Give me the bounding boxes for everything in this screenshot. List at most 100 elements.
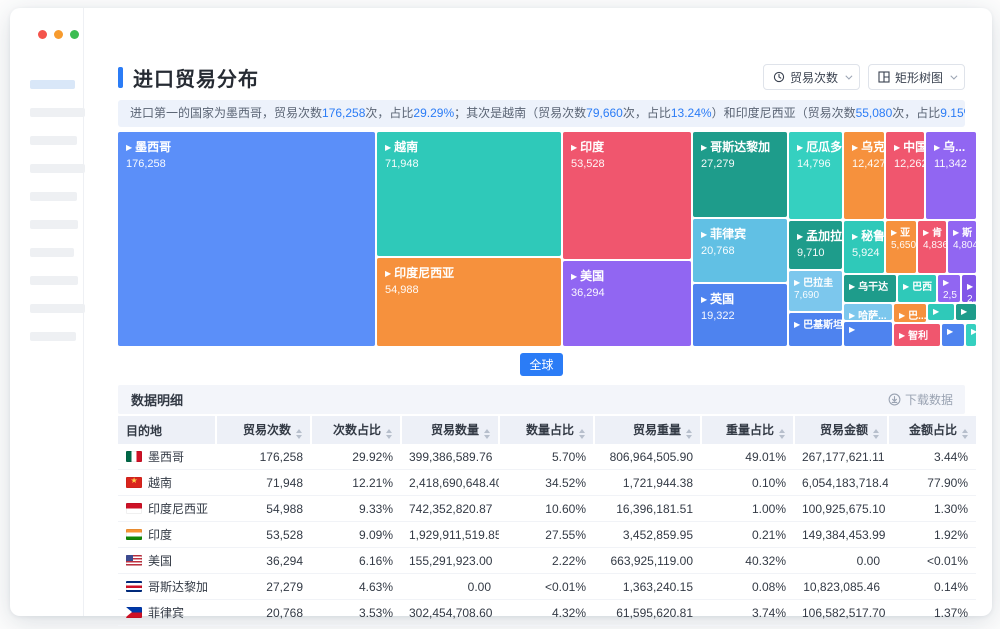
treemap-block[interactable]: ▶英国19,322: [693, 284, 787, 346]
table-cell: 27,279: [216, 574, 311, 600]
destination-cell: 哥斯达黎加: [118, 574, 216, 600]
sort-icon[interactable]: [579, 429, 585, 439]
treemap-block[interactable]: ▶秘鲁5,924: [844, 221, 884, 273]
treemap-block-value: 5,924: [852, 247, 880, 259]
column-header-trade-quantity[interactable]: 贸易数量: [401, 416, 499, 444]
data-table: 目的地贸易次数次数占比贸易数量数量占比贸易重量重量占比贸易金额金额占比 墨西哥1…: [118, 416, 976, 626]
treemap-block[interactable]: ▶巴...: [894, 304, 926, 322]
table-cell: 49.01%: [701, 444, 794, 470]
expand-triangle-icon: ▶: [852, 143, 858, 152]
treemap-block[interactable]: ▶乌干达: [844, 275, 896, 302]
treemap-chart: ▶墨西哥176,258▶越南71,948▶印度尼西亚54,988▶印度53,52…: [118, 132, 976, 346]
sort-icon[interactable]: [779, 429, 785, 439]
table-cell: 100,925,675.10: [794, 496, 888, 522]
treemap-block[interactable]: ▶亚5,650: [886, 221, 916, 273]
treemap-block[interactable]: ▶乌...11,342: [926, 132, 976, 219]
column-header-trade-weight[interactable]: 贸易重量: [594, 416, 701, 444]
destination-cell: 美国: [118, 548, 216, 574]
column-header-quantity-pct[interactable]: 数量占比: [499, 416, 594, 444]
treemap-block[interactable]: ▶印度53,528: [563, 132, 691, 259]
treemap-block[interactable]: ▶哈萨...: [844, 304, 892, 320]
sidebar-item-placeholder: [30, 276, 78, 285]
column-header-label: 数量占比: [526, 423, 574, 437]
sidebar-item-placeholder-active[interactable]: [30, 80, 75, 89]
treemap-block[interactable]: ▶肯4,836: [918, 221, 946, 273]
flag-icon-id: [126, 503, 142, 514]
treemap-block[interactable]: ▶南2,2: [962, 275, 976, 302]
chevron-down-icon: [950, 72, 957, 79]
treemap-block-value: 27,279: [701, 158, 783, 170]
sort-icon[interactable]: [873, 429, 879, 439]
treemap-block[interactable]: ▶巴基斯坦: [789, 313, 842, 346]
sort-icon[interactable]: [386, 429, 392, 439]
country-name: 菲律宾: [148, 604, 184, 621]
treemap-block-label: ▶乌...: [934, 138, 972, 155]
table-cell: <0.01%: [888, 548, 976, 574]
treemap-block[interactable]: ▶中国12,262: [886, 132, 924, 219]
download-data-button[interactable]: 下载数据: [888, 391, 953, 408]
expand-triangle-icon: ▶: [701, 230, 707, 239]
flag-icon-ph: [126, 607, 142, 618]
expand-triangle-icon: ▶: [899, 311, 905, 320]
country-name: 印度尼西亚: [148, 500, 208, 517]
sort-icon[interactable]: [484, 429, 490, 439]
table-cell: 54,988: [216, 496, 311, 522]
column-header-trade-count[interactable]: 贸易次数: [216, 416, 311, 444]
table-cell: 1,721,944.38: [594, 470, 701, 496]
treemap-block[interactable]: ▶2,5: [938, 275, 960, 302]
flag-icon-mx: [126, 451, 142, 462]
expand-triangle-icon: ▶: [849, 311, 855, 320]
table-cell: 77.90%: [888, 470, 976, 496]
expand-triangle-icon: ▶: [923, 228, 929, 237]
country-name: 墨西哥: [148, 448, 184, 465]
app-window: 进口贸易分布 贸易次数 矩形树图 进口第一的国家为墨西哥，贸易次数176,258…: [10, 8, 992, 616]
sort-icon[interactable]: [962, 429, 968, 439]
treemap-block-value: 176,258: [126, 158, 371, 170]
treemap-block[interactable]: ▶: [844, 322, 892, 346]
treemap-block[interactable]: ▶: [966, 324, 976, 346]
treemap-block[interactable]: ▶哥斯达黎加27,279: [693, 132, 787, 217]
column-header-trade-amount[interactable]: 贸易金额: [794, 416, 888, 444]
treemap-block-value: 71,948: [385, 158, 557, 170]
chart-type-selector-button[interactable]: 矩形树图: [868, 64, 965, 90]
page-title: 进口贸易分布: [133, 63, 259, 92]
treemap-block[interactable]: ▶巴西: [898, 275, 936, 302]
sidebar-item-placeholder: [30, 136, 77, 145]
treemap-block[interactable]: ▶厄瓜多尔14,796: [789, 132, 842, 219]
treemap-block-label: ▶: [971, 327, 974, 338]
treemap-block[interactable]: ▶乌克兰12,427: [844, 132, 884, 219]
treemap-block[interactable]: ▶智利: [894, 324, 940, 346]
table-cell: 742,352,820.87: [401, 496, 499, 522]
treemap-block[interactable]: ▶越南71,948: [377, 132, 561, 256]
column-header-amount-pct[interactable]: 金额占比: [888, 416, 976, 444]
sort-icon[interactable]: [296, 429, 302, 439]
column-header-weight-pct[interactable]: 重量占比: [701, 416, 794, 444]
treemap-block[interactable]: ▶印度尼西亚54,988: [377, 258, 561, 346]
treemap-block[interactable]: ▶: [942, 324, 964, 346]
treemap-block[interactable]: ▶菲律宾20,768: [693, 219, 787, 282]
treemap-block-label: ▶孟加拉国: [797, 227, 838, 244]
treemap-block[interactable]: ▶: [956, 304, 976, 320]
treemap-block[interactable]: ▶墨西哥176,258: [118, 132, 375, 346]
expand-triangle-icon: ▶: [571, 272, 577, 281]
treemap-block[interactable]: ▶: [928, 304, 954, 320]
treemap-block[interactable]: ▶美国36,294: [563, 261, 691, 346]
table-cell: 6.16%: [311, 548, 401, 574]
treemap-breadcrumb-global[interactable]: 全球: [520, 353, 562, 376]
metric-selector-button[interactable]: 贸易次数: [763, 64, 860, 90]
table-cell: 16,396,181.51: [594, 496, 701, 522]
treemap-block[interactable]: ▶孟加拉国9,710: [789, 221, 842, 269]
treemap-block[interactable]: ▶巴拉圭7,690: [789, 271, 842, 311]
country-name: 越南: [148, 474, 172, 491]
treemap-block[interactable]: ▶斯4,804: [948, 221, 976, 273]
sidebar-item-placeholder: [30, 164, 85, 173]
table-cell: 61,595,620.81: [594, 600, 701, 626]
summary-highlight-value: 176,258: [322, 106, 365, 120]
table-cell: 20,768: [216, 600, 311, 626]
country-name: 哥斯达黎加: [148, 578, 208, 595]
column-header-count-pct[interactable]: 次数占比: [311, 416, 401, 444]
table-cell: 53,528: [216, 522, 311, 548]
sort-icon[interactable]: [686, 429, 692, 439]
treemap-block-label: ▶巴...: [899, 307, 924, 322]
treemap-breadcrumb-row: 全球: [118, 353, 965, 376]
